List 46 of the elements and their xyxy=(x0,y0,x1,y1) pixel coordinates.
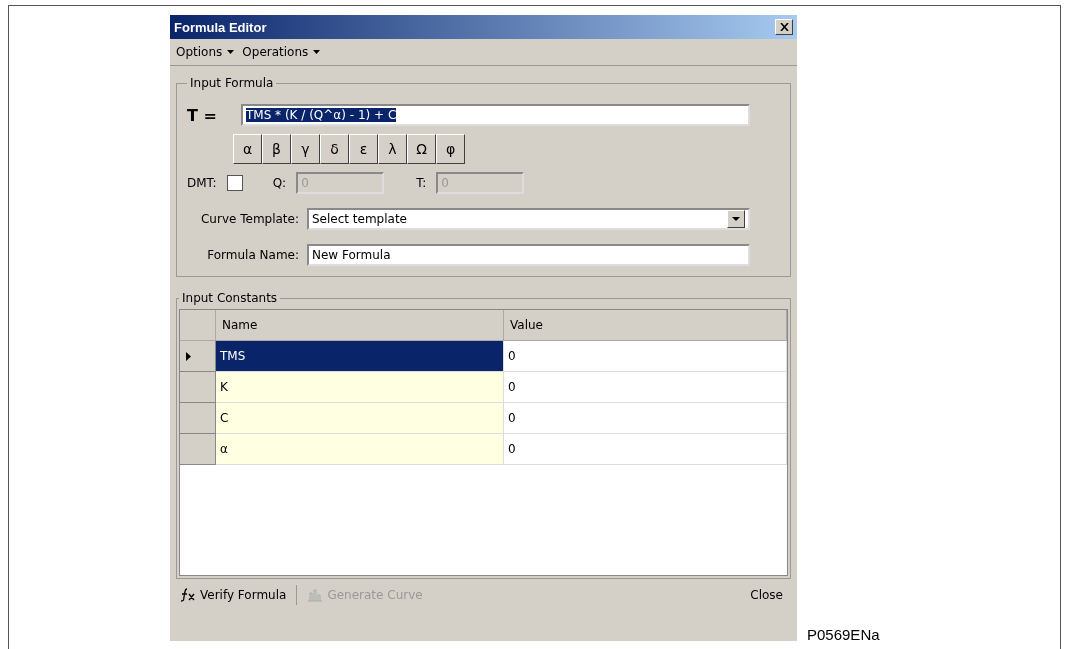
close-icon xyxy=(779,23,789,31)
curve-template-label: Curve Template: xyxy=(200,212,299,226)
formula-name-label: Formula Name: xyxy=(206,248,299,262)
formula-name-field[interactable]: New Formula xyxy=(307,244,750,266)
table-cell: 0 xyxy=(504,403,787,434)
table-cell: C xyxy=(216,403,504,434)
menu-item[interactable]: Options xyxy=(176,45,235,59)
table-cell: K xyxy=(216,372,504,403)
table-cell: α xyxy=(216,434,504,465)
q-label: Q: xyxy=(272,176,287,190)
formula-field[interactable]: TMS * (K / (Q^α) - 1) + C xyxy=(241,104,750,126)
table-cell: 0 xyxy=(504,372,787,403)
window-title: Formula Editor xyxy=(174,19,267,35)
symbol-button[interactable]: λ xyxy=(378,134,407,164)
close-button[interactable] xyxy=(775,19,793,35)
symbol-button[interactable]: α xyxy=(233,134,262,164)
corner-header xyxy=(180,310,216,341)
table-cell: 0 xyxy=(504,341,787,372)
close-text-button[interactable]: Close xyxy=(742,586,791,604)
verify-formula-button[interactable]: Verify Formula xyxy=(176,586,291,604)
function-icon xyxy=(180,588,196,602)
menu-item[interactable]: Operations xyxy=(242,45,321,59)
dmt-label: DMT: xyxy=(187,176,217,190)
table-cell: TMS xyxy=(216,341,504,372)
curve-template-dropdown[interactable]: Select template xyxy=(307,208,750,230)
symbol-button[interactable]: φ xyxy=(436,134,465,164)
symbol-button[interactable]: γ xyxy=(291,134,320,164)
caret-icon xyxy=(313,50,321,54)
symbol-button[interactable]: ε xyxy=(349,134,378,164)
figure-caption: P0569ENa xyxy=(807,626,880,643)
symbol-button[interactable]: δ xyxy=(320,134,349,164)
dmt-checkbox[interactable] xyxy=(226,175,243,191)
group-legend: Input Formula xyxy=(187,76,277,90)
symbol-button[interactable]: β xyxy=(262,134,291,164)
column-header[interactable]: Name xyxy=(216,310,504,341)
chart-icon xyxy=(307,588,324,602)
t-label: T: xyxy=(416,176,427,190)
column-header[interactable]: Value xyxy=(504,310,787,341)
group-legend: Input Constants xyxy=(179,291,281,305)
caret-icon xyxy=(732,217,740,221)
table-cell: 0 xyxy=(504,434,787,465)
caret-icon xyxy=(227,50,235,54)
symbol-button[interactable]: Ω xyxy=(407,134,436,164)
row-header[interactable] xyxy=(180,341,216,372)
formula-label: T = xyxy=(187,105,218,125)
row-pointer-icon xyxy=(186,351,191,361)
